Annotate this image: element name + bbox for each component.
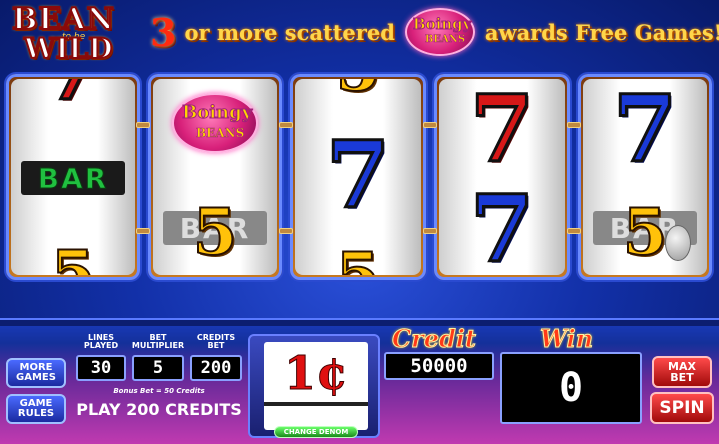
reel-1-bottom-symbol: 5 [11, 236, 135, 275]
bar-symbol-text: BAR [37, 161, 109, 195]
five-symbol: 5 [192, 194, 239, 271]
badge-line1: Boingy [412, 15, 472, 34]
panel-divider [0, 318, 719, 326]
reel-2-mid-symbol: 5 [153, 194, 277, 271]
five-symbol: 5 [622, 194, 669, 271]
more-games-label: MORE GAMES [16, 362, 56, 383]
reel-2: Boingy BEANS BAR 5 [146, 72, 284, 282]
denomination-value: 1¢ [283, 346, 348, 401]
badge-line2: BEANS [424, 34, 466, 46]
max-bet-label: MAX BET [668, 360, 696, 384]
reel-3-top-symbol: 5 [295, 79, 421, 107]
reel-3: 5 7 5 [288, 72, 428, 282]
reel-2-top-symbol: Boingy BEANS [153, 93, 277, 153]
reel-connector [279, 228, 293, 234]
game-rules-button[interactable]: GAME RULES [6, 394, 66, 424]
reel-4-top-symbol: 7 [439, 79, 565, 183]
reel-2-strip: Boingy BEANS BAR 5 [153, 79, 277, 275]
credits-bet-value: 200 [190, 355, 242, 381]
boingy-beans-badge: Boingy BEANS [404, 8, 475, 56]
headline-text1: or more scattered [184, 19, 395, 45]
headline-number: 3 [150, 9, 177, 55]
seven-red-symbol: 7 [39, 79, 106, 115]
boingy-beans-symbol: Boingy BEANS [172, 93, 258, 153]
reel-area: 7 BAR 5 Boingy BEANS B [0, 72, 719, 282]
reel-connector [423, 122, 437, 128]
slot-machine: BEAN to be WILD 3 or more scattered Boin… [0, 0, 719, 444]
reel-connector [423, 228, 437, 234]
bet-multiplier-label: BET MULTIPLIER [131, 333, 185, 351]
five-symbol: 5 [335, 238, 382, 275]
denomination-divider [264, 402, 368, 406]
logo-line2: WILD [23, 31, 114, 66]
bar-symbol: BAR [20, 161, 126, 195]
silver-bean-icon [665, 225, 691, 261]
seven-blue-symbol: 7 [468, 175, 535, 276]
reel-connector [567, 228, 581, 234]
reel-3-strip: 5 7 5 [295, 79, 421, 275]
play-credits-text: PLAY 200 CREDITS [76, 400, 242, 419]
credit-value: 50000 [384, 352, 494, 380]
reel-1-top-symbol: 7 [11, 79, 135, 115]
bonus-bet-text: Bonus Bet = 50 Credits [113, 387, 205, 395]
credit-title: Credit [392, 324, 477, 354]
lines-played-label: LINES PLAYED [83, 333, 119, 351]
reel2-badge-line2: BEANS [196, 126, 245, 141]
reel-1: 7 BAR 5 [4, 72, 142, 282]
reel-connector [136, 228, 150, 234]
spin-button[interactable]: SPIN [650, 392, 714, 424]
seven-blue-symbol: 7 [324, 121, 391, 229]
headline-banner: 3 or more scattered Boingy BEANS awards … [150, 8, 719, 56]
denomination-card: 1¢ [264, 342, 368, 430]
reel-connector [567, 122, 581, 128]
more-games-button[interactable]: MORE GAMES [6, 358, 66, 388]
reel-4-bottom-symbol: 7 [439, 175, 565, 276]
reel2-badge-line1: Boingy [181, 102, 253, 124]
reel-5: 7 BAR 5 [576, 72, 714, 282]
game-rules-label: GAME RULES [17, 398, 55, 419]
reel-4: 7 7 [432, 72, 572, 282]
credits-bet-label: CREDITS BET [196, 333, 236, 351]
reel-5-top-symbol: 7 [583, 79, 707, 183]
max-bet-button[interactable]: MAX BET [652, 356, 712, 388]
seven-blue-symbol: 7 [611, 79, 678, 183]
reel-5-strip: 7 BAR 5 [583, 79, 707, 275]
denomination-panel: 1¢ CHANGE DENOM [248, 334, 380, 438]
change-denom-button[interactable]: CHANGE DENOM [274, 426, 358, 438]
reel-connector [279, 122, 293, 128]
reel-4-strip: 7 7 [439, 79, 565, 275]
game-logo: BEAN to be WILD [8, 1, 130, 68]
spin-label: SPIN [659, 397, 705, 418]
headline-text2: awards Free Games! [484, 19, 719, 45]
seven-red-symbol: 7 [468, 79, 535, 183]
reel-connector [136, 122, 150, 128]
reel-1-strip: 7 BAR 5 [11, 79, 135, 275]
five-symbol: 5 [50, 236, 97, 275]
reel-3-mid-symbol: 7 [295, 121, 421, 229]
reel-3-bottom-symbol: 5 [295, 238, 421, 275]
win-title: Win [539, 324, 594, 354]
five-symbol: 5 [335, 79, 382, 107]
bet-multiplier-value: 5 [132, 355, 184, 381]
win-value: 0 [500, 352, 642, 424]
lines-played-value: 30 [76, 355, 126, 381]
